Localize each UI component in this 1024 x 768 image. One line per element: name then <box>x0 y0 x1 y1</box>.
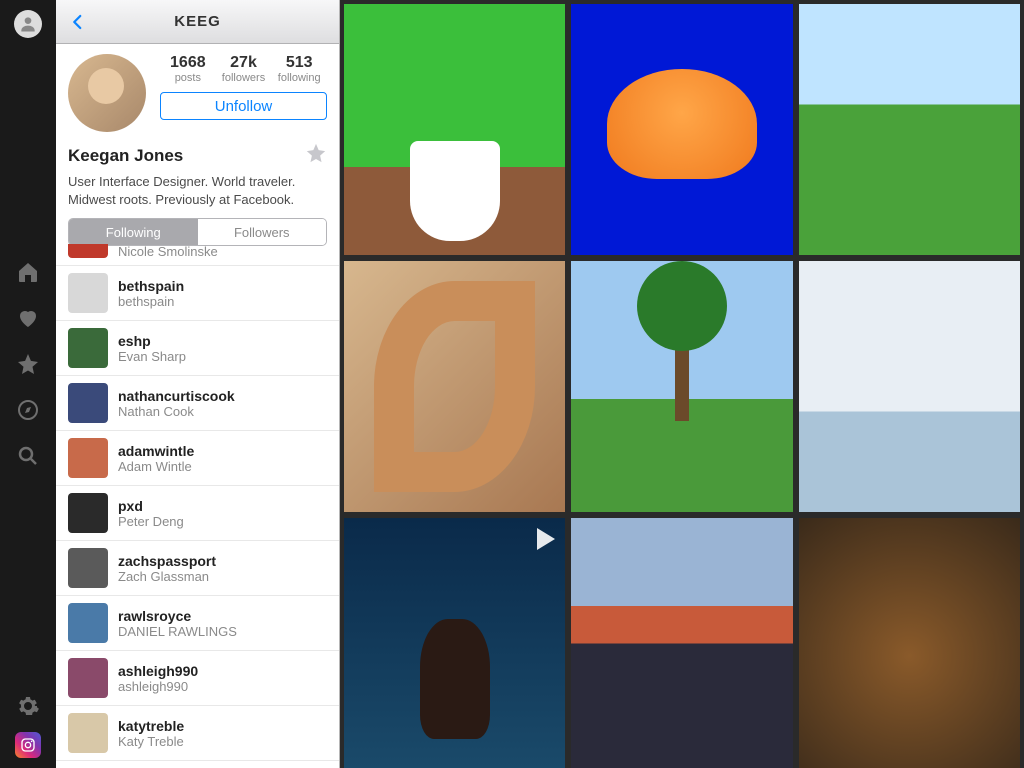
stat-value: 513 <box>271 54 327 72</box>
user-avatar <box>68 713 108 753</box>
stat-label: posts <box>160 72 216 84</box>
tab-following[interactable]: Following <box>69 219 198 245</box>
display-name: Evan Sharp <box>118 349 186 364</box>
display-name: Nathan Cook <box>118 404 235 419</box>
user-avatar <box>68 658 108 698</box>
stat-following[interactable]: 513following <box>271 54 327 84</box>
search-icon[interactable] <box>8 436 48 476</box>
heart-icon[interactable] <box>8 298 48 338</box>
stat-label: followers <box>216 72 272 84</box>
username: pxd <box>118 498 184 514</box>
profile-bio: User Interface Designer. World traveler.… <box>56 171 339 218</box>
user-row[interactable]: sallylindall <box>56 761 339 768</box>
username: adamwintle <box>118 443 194 459</box>
username: zachspassport <box>118 553 216 569</box>
stat-value: 27k <box>216 54 272 72</box>
photo-tile[interactable] <box>571 261 792 512</box>
favorite-star-icon[interactable] <box>305 142 327 169</box>
stat-value: 1668 <box>160 54 216 72</box>
username: nathancurtiscook <box>118 388 235 404</box>
stat-label: following <box>271 72 327 84</box>
photo-tile[interactable] <box>571 518 792 768</box>
user-avatar <box>68 548 108 588</box>
user-avatar <box>68 438 108 478</box>
profile-sidebar: KEEG 1668posts27kfollowers513following U… <box>56 0 340 768</box>
user-row[interactable]: bethspainbethspain <box>56 266 339 321</box>
user-row[interactable]: rawlsroyceDANIEL RAWLINGS <box>56 596 339 651</box>
back-button[interactable] <box>56 0 100 44</box>
follow-segmented-control: Following Followers <box>68 218 327 246</box>
photo-tile[interactable] <box>344 518 565 768</box>
user-avatar <box>68 493 108 533</box>
home-icon[interactable] <box>8 252 48 292</box>
profile-avatar[interactable] <box>68 54 146 132</box>
photo-tile[interactable] <box>344 261 565 512</box>
display-name: Adam Wintle <box>118 459 194 474</box>
username: ashleigh990 <box>118 663 198 679</box>
photo-tile[interactable] <box>344 4 565 255</box>
user-avatar <box>68 244 108 258</box>
user-row[interactable]: Nicole Smolinske <box>56 244 339 266</box>
profile-name: Keegan Jones <box>68 146 305 166</box>
following-list: Nicole SmolinskebethspainbethspaineshpEv… <box>56 244 339 768</box>
instagram-icon[interactable] <box>15 732 41 758</box>
user-avatar <box>68 603 108 643</box>
compass-icon[interactable] <box>8 390 48 430</box>
user-row[interactable]: eshpEvan Sharp <box>56 321 339 376</box>
tab-followers[interactable]: Followers <box>198 219 327 245</box>
user-row[interactable]: nathancurtiscookNathan Cook <box>56 376 339 431</box>
topbar: KEEG <box>56 0 339 44</box>
settings-icon[interactable] <box>8 686 48 726</box>
unfollow-button[interactable]: Unfollow <box>160 92 327 120</box>
display-name: Nicole Smolinske <box>118 245 218 258</box>
user-avatar <box>68 273 108 313</box>
user-row[interactable]: ashleigh990ashleigh990 <box>56 651 339 706</box>
photo-tile[interactable] <box>799 261 1020 512</box>
photo-tile[interactable] <box>799 4 1020 255</box>
nav-rail <box>0 0 56 768</box>
display-name: ashleigh990 <box>118 679 198 694</box>
star-icon[interactable] <box>8 344 48 384</box>
photo-grid <box>340 0 1024 768</box>
username: katytreble <box>118 718 184 734</box>
photo-tile[interactable] <box>571 4 792 255</box>
username: bethspain <box>118 278 184 294</box>
user-avatar <box>68 383 108 423</box>
display-name: bethspain <box>118 294 184 309</box>
photo-tile[interactable] <box>799 518 1020 768</box>
username: eshp <box>118 333 186 349</box>
user-row[interactable]: katytrebleKaty Treble <box>56 706 339 761</box>
display-name: Katy Treble <box>118 734 184 749</box>
display-name: DANIEL RAWLINGS <box>118 624 237 639</box>
stat-followers[interactable]: 27kfollowers <box>216 54 272 84</box>
user-row[interactable]: adamwintleAdam Wintle <box>56 431 339 486</box>
stat-posts[interactable]: 1668posts <box>160 54 216 84</box>
user-row[interactable]: pxdPeter Deng <box>56 486 339 541</box>
user-avatar <box>68 328 108 368</box>
play-icon <box>537 528 555 550</box>
display-name: Zach Glassman <box>118 569 216 584</box>
user-row[interactable]: zachspassportZach Glassman <box>56 541 339 596</box>
display-name: Peter Deng <box>118 514 184 529</box>
account-avatar[interactable] <box>14 10 42 38</box>
username: rawlsroyce <box>118 608 237 624</box>
